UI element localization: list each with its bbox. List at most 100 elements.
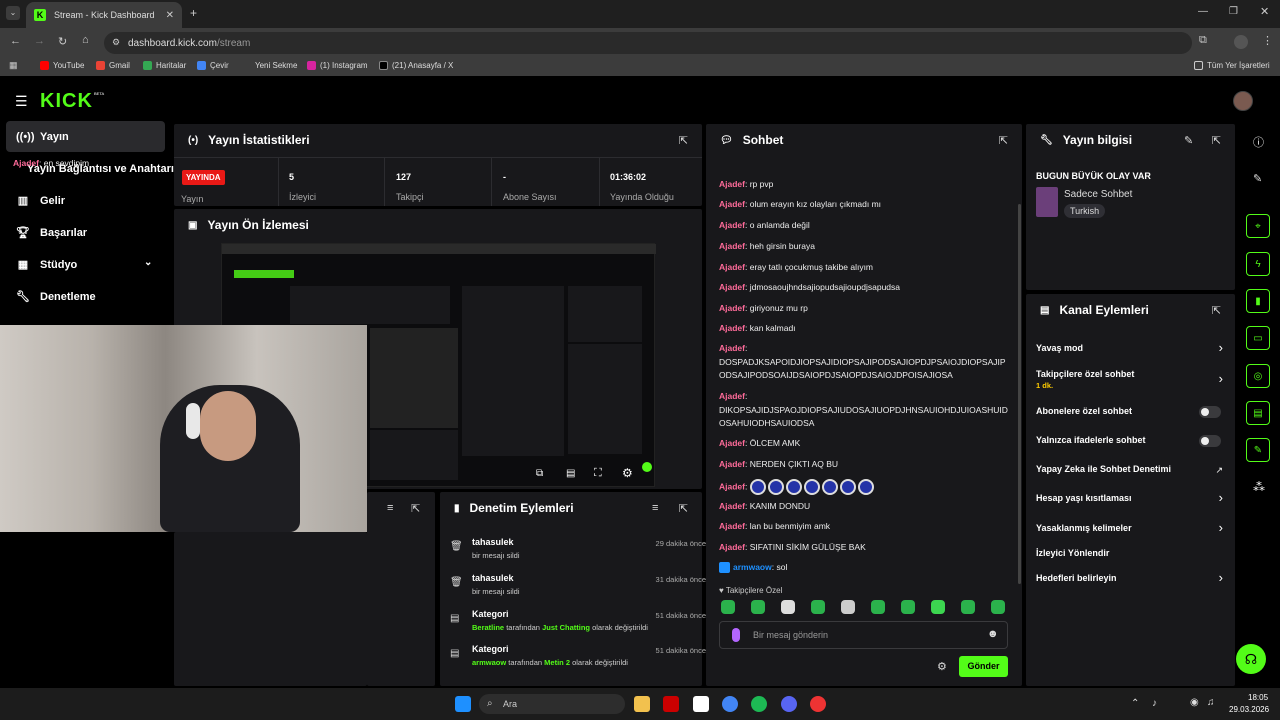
- user-avatar[interactable]: [1233, 91, 1253, 111]
- bookmark-x[interactable]: (21) Anasayfa / X: [379, 61, 453, 70]
- emote-picker-item[interactable]: [961, 600, 975, 614]
- new-tab-button[interactable]: +: [190, 6, 197, 20]
- chat-username[interactable]: Ajadef: [719, 179, 745, 189]
- volume-icon[interactable]: ♫: [1207, 697, 1215, 708]
- home-icon[interactable]: ⌂: [82, 34, 89, 46]
- edit-pencil-icon[interactable]: ✎: [1184, 134, 1193, 147]
- info-icon[interactable]: ⓘ: [1253, 134, 1264, 150]
- category-thumbnail[interactable]: [1036, 187, 1058, 217]
- site-info-icon[interactable]: ⚙: [112, 37, 120, 48]
- rail-broadcast-button[interactable]: ◎: [1246, 364, 1270, 388]
- send-button[interactable]: Gönder: [959, 656, 1008, 677]
- popout-icon[interactable]: ⇱: [679, 134, 688, 147]
- discord-icon[interactable]: [781, 696, 797, 712]
- action-ai-moderation[interactable]: Yapay Zeka ile Sohbet Denetimi ↗: [1026, 464, 1235, 484]
- chat-username[interactable]: Ajadef: [719, 438, 745, 448]
- chat-username[interactable]: Ajadef: [719, 220, 745, 230]
- minimize-button[interactable]: —: [1198, 6, 1208, 17]
- menu-icon[interactable]: ⋮: [1262, 34, 1273, 47]
- rail-wrench-button[interactable]: ✎: [1246, 438, 1270, 462]
- chat-username[interactable]: armwaow: [733, 562, 772, 572]
- filter-icon[interactable]: ≡: [652, 502, 658, 514]
- app-icon[interactable]: [810, 696, 826, 712]
- support-button[interactable]: ☊: [1236, 644, 1266, 674]
- kick-logo[interactable]: KICK: [40, 90, 93, 113]
- popout-icon[interactable]: ⇱: [679, 502, 688, 515]
- chat-settings-icon[interactable]: ⚙: [937, 660, 947, 673]
- sidebar-item-stream[interactable]: ((•)) Yayın: [6, 121, 165, 152]
- action-set-goals[interactable]: Hedefleri belirleyin ›: [1026, 570, 1235, 593]
- popout-icon[interactable]: ⇱: [1212, 304, 1221, 317]
- tradingview-icon[interactable]: [693, 696, 709, 712]
- category-name[interactable]: Metin 2: [544, 658, 570, 667]
- chat-username[interactable]: Ajadef: [719, 391, 745, 401]
- emote-picker-item[interactable]: [901, 600, 915, 614]
- forward-icon[interactable]: →: [34, 35, 45, 47]
- hamburger-menu-icon[interactable]: ☰: [15, 93, 28, 110]
- chat-username[interactable]: Ajadef: [719, 501, 745, 511]
- action-followers-only[interactable]: Takipçilere özel sohbet 1 dk. ›: [1026, 369, 1235, 395]
- bookmark-new-tab[interactable]: Yeni Sekme: [242, 61, 297, 70]
- emote-picker-item[interactable]: [841, 600, 855, 614]
- sidebar-item-moderation[interactable]: 🔧︎ Denetleme: [6, 281, 165, 312]
- emote-picker-item[interactable]: [781, 600, 795, 614]
- extensions-icon[interactable]: ⧉: [1199, 34, 1207, 47]
- rail-camera-button[interactable]: ⌖: [1246, 214, 1270, 238]
- category-name[interactable]: Just Chatting: [542, 623, 590, 632]
- rail-document-button[interactable]: ▮: [1246, 289, 1270, 313]
- rail-chat-button[interactable]: ▭: [1246, 326, 1270, 350]
- close-window-button[interactable]: ✕: [1260, 5, 1269, 18]
- reload-icon[interactable]: ↻: [58, 35, 67, 48]
- profile-avatar[interactable]: [1234, 35, 1248, 49]
- bookmark-translate[interactable]: Çevir: [197, 61, 229, 70]
- chrome-icon[interactable]: [722, 696, 738, 712]
- rail-lightning-button[interactable]: ϟ: [1246, 252, 1270, 276]
- sidebar-item-studio[interactable]: ▦ Stüdyo ⌄: [6, 249, 165, 280]
- volume-icon[interactable]: ▤: [566, 468, 575, 479]
- mod-username[interactable]: Beratline: [472, 623, 504, 632]
- mod-username[interactable]: armwaow: [472, 658, 506, 667]
- sidebar-item-achievements[interactable]: 🏆︎ Başarılar: [6, 217, 165, 248]
- sidebar-item-revenue[interactable]: ▥ Gelir: [6, 185, 165, 216]
- chat-username[interactable]: Ajadef: [719, 282, 745, 292]
- all-bookmarks[interactable]: Tüm Yer İşaretleri: [1194, 61, 1270, 70]
- bookmark-maps[interactable]: Haritalar: [143, 61, 186, 70]
- category-name[interactable]: Sadece Sohbet: [1064, 189, 1132, 200]
- chat-username[interactable]: Ajadef: [719, 262, 745, 272]
- fullscreen-icon[interactable]: ⛶: [594, 467, 602, 480]
- bookmark-gmail[interactable]: Gmail: [96, 61, 130, 70]
- tray-chevron-icon[interactable]: ⌃: [1131, 698, 1139, 709]
- action-emotes-only[interactable]: Yalnızca ifadelerle sohbet: [1026, 435, 1235, 455]
- mod-action-user[interactable]: tahasulek: [472, 573, 514, 583]
- spotify-icon[interactable]: [751, 696, 767, 712]
- chat-input[interactable]: Bir mesaj gönderin ☻: [719, 621, 1008, 649]
- chat-username[interactable]: Ajadef: [719, 542, 745, 552]
- emoji-icon[interactable]: ☻: [987, 628, 999, 640]
- bookmark-instagram[interactable]: (1) Instagram: [307, 61, 368, 70]
- chat-username[interactable]: Ajadef: [719, 303, 745, 313]
- chat-username[interactable]: Ajadef: [719, 323, 745, 333]
- file-explorer-icon[interactable]: [634, 696, 650, 712]
- settings-gear-icon[interactable]: ⚙: [622, 466, 633, 480]
- emote-picker-item[interactable]: [931, 600, 945, 614]
- filter-icon[interactable]: ≡: [387, 502, 393, 514]
- emote-picker-item[interactable]: [751, 600, 765, 614]
- popout-icon[interactable]: ⇱: [999, 134, 1008, 147]
- taskbar-date[interactable]: 29.03.2026: [1229, 705, 1269, 714]
- taskbar-search[interactable]: ⌕ Ara: [479, 694, 625, 714]
- action-slow-mode[interactable]: Yavaş mod ›: [1026, 340, 1235, 363]
- emote-picker-item[interactable]: [991, 600, 1005, 614]
- subscribers-only-toggle[interactable]: [1199, 406, 1221, 418]
- address-bar[interactable]: ⚙ dashboard.kick.com/stream: [104, 32, 1192, 54]
- emote-picker-item[interactable]: [721, 600, 735, 614]
- chat-username[interactable]: Ajadef: [719, 241, 745, 251]
- tab-menu-button[interactable]: ⌄: [6, 6, 20, 20]
- chat-username[interactable]: Ajadef: [719, 459, 745, 469]
- chat-username[interactable]: Ajadef: [719, 521, 745, 531]
- popout-icon[interactable]: ⇱: [411, 502, 420, 515]
- popout-icon[interactable]: ⇱: [1212, 134, 1221, 147]
- network-icon[interactable]: ◉: [1190, 697, 1199, 708]
- browser-tab[interactable]: K Stream - Kick Dashboard ✕: [26, 2, 182, 28]
- action-account-age[interactable]: Hesap yaşı kısıtlaması ›: [1026, 490, 1235, 513]
- action-subscribers-only[interactable]: Abonelere özel sohbet: [1026, 406, 1235, 426]
